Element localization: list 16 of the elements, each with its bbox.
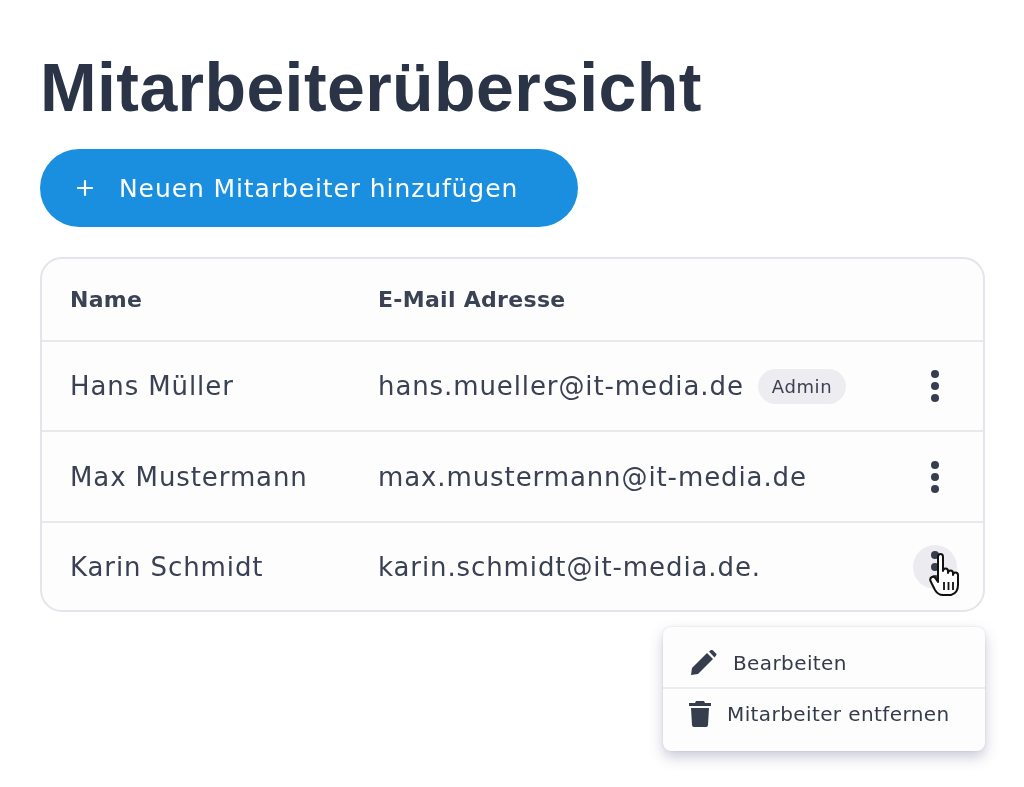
trash-icon xyxy=(689,701,711,727)
column-header: E-Mail Adresse xyxy=(378,287,566,312)
more-icon xyxy=(931,370,939,402)
email-cell: hans.mueller@it-media.de xyxy=(378,371,744,401)
name-cell: Karin Schmidt xyxy=(70,551,264,582)
role-badge: Admin xyxy=(757,368,847,404)
email-cell: karin.schmidt@it-media.de. xyxy=(378,551,761,582)
name-cell: Hans Müller xyxy=(70,371,234,401)
pencil-icon xyxy=(689,650,717,676)
more-icon xyxy=(931,460,939,493)
menu-item[interactable]: Bearbeiten xyxy=(663,639,985,689)
menu-item[interactable]: Mitarbeiter entfernen xyxy=(663,689,985,739)
email-cell: max.mustermann@it-media.de xyxy=(378,461,807,492)
column-header: Name xyxy=(70,287,143,312)
page-title: Mitarbeiterübersicht xyxy=(40,48,702,126)
name-cell: Max Mustermann xyxy=(70,461,308,492)
